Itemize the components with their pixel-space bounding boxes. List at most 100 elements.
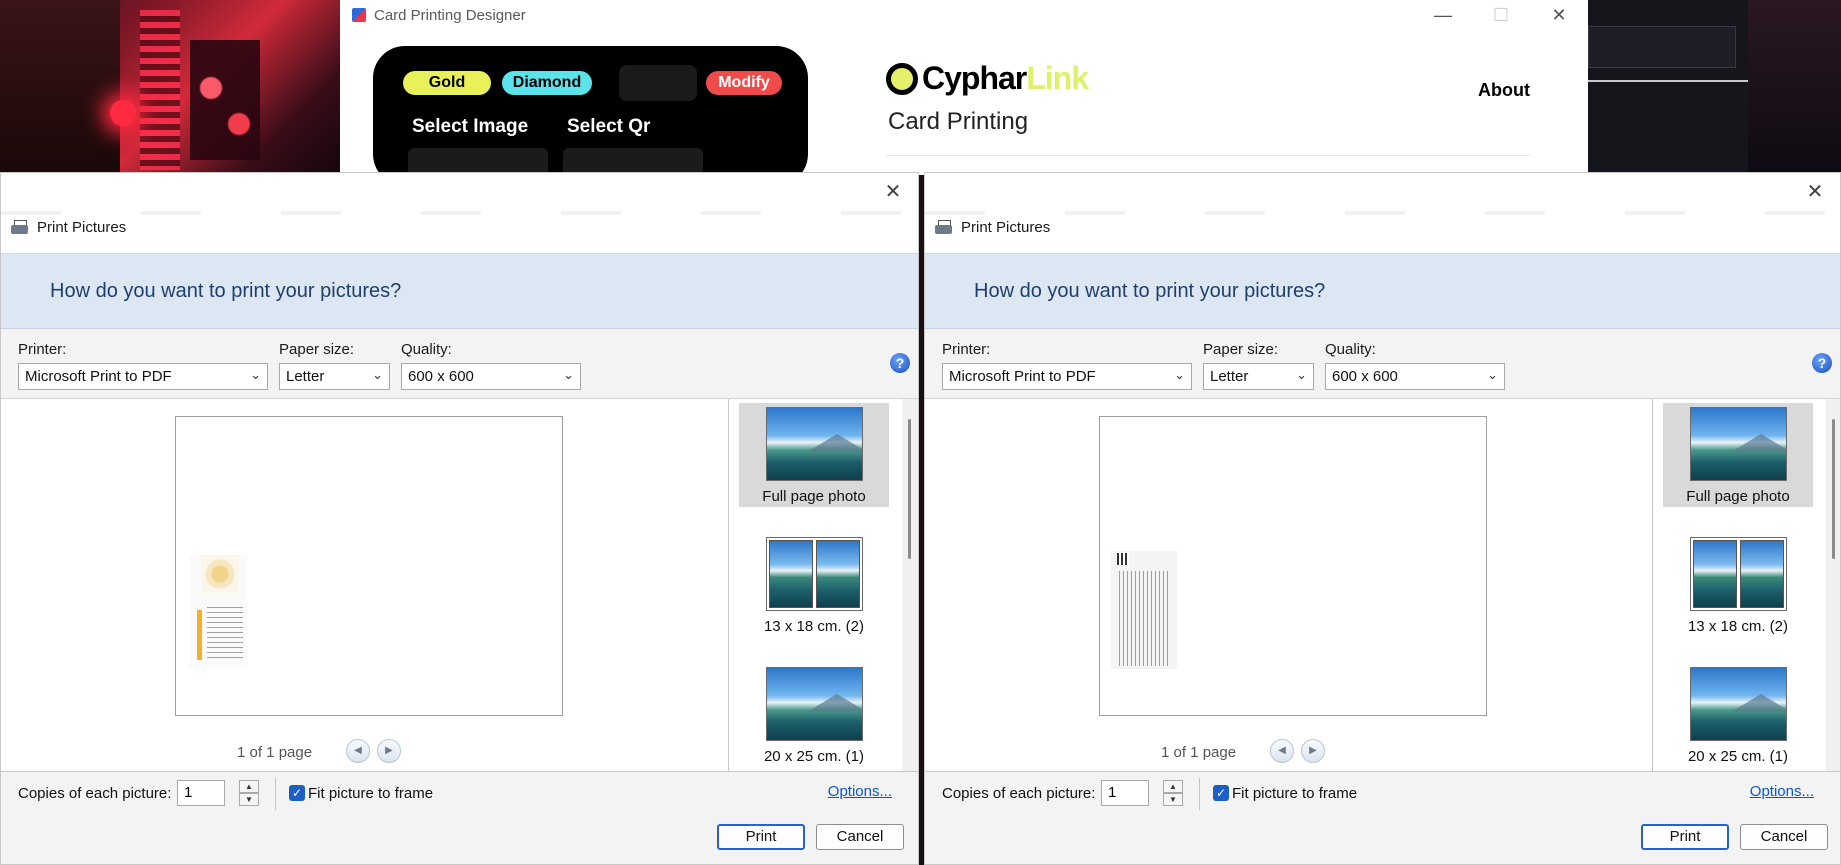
dialog-title-strip [1,211,918,215]
paper-size-select[interactable]: Letter ⌄ [1203,363,1314,390]
printer-select[interactable]: Microsoft Print to PDF ⌄ [18,363,268,390]
next-page-button[interactable]: ▶ [1301,739,1325,763]
page-count: 1 of 1 page [1161,744,1237,761]
gold-button[interactable]: Gold [403,71,491,95]
thumb-half [769,540,813,608]
preview-page [175,416,563,716]
quality-value: 600 x 600 [1332,368,1398,385]
blank-button[interactable] [619,65,697,101]
layout-list: Full page photo 13 x 18 cm. (2) 20 x 25 … [728,399,918,771]
layout-label: 13 x 18 cm. (2) [763,618,865,635]
print-options-row: Printer: Microsoft Print to PDF ⌄ Paper … [1,329,918,399]
divider [275,778,276,810]
dialog-buttons: Print Cancel [1,815,918,864]
spin-up-icon[interactable]: ▲ [1163,780,1183,793]
layout-full-page-photo[interactable]: Full page photo [1663,403,1813,507]
copies-input[interactable]: 1 [1101,780,1149,806]
layout-scrollbar[interactable] [1826,399,1840,771]
help-icon[interactable]: ? [890,353,910,373]
close-button[interactable]: ✕ [1530,0,1588,30]
print-button[interactable]: Print [1641,824,1729,850]
maximize-button[interactable]: ☐ [1472,0,1530,30]
dialog-question: How do you want to print your pictures? [50,280,402,302]
select-qr-label[interactable]: Select Qr [567,116,650,138]
paper-size-value: Letter [286,368,325,385]
wallpaper-sign [0,0,120,175]
fit-to-frame-checkbox[interactable]: ✓ [289,785,305,801]
next-page-button[interactable]: ▶ [377,739,401,763]
window-controls: — ☐ ✕ [1414,0,1588,30]
fit-to-frame-checkbox[interactable]: ✓ [1213,785,1229,801]
split-thumbnail-icon [766,537,863,611]
preview-page [1099,416,1487,716]
cancel-button[interactable]: Cancel [816,824,904,850]
layout-full-page-photo[interactable]: Full page photo [739,403,889,507]
printer-label: Printer: [18,341,67,358]
copies-row: Copies of each picture: 1 ▲ ▼ ✓ Fit pict… [1,771,918,815]
background-bar [1588,80,1748,82]
quality-select[interactable]: 600 x 600 ⌄ [1325,363,1505,390]
dialog-close-button[interactable]: ✕ [882,181,904,203]
dialog-caption-text: Print Pictures [37,219,127,236]
printer-icon [935,219,953,236]
paper-size-select[interactable]: Letter ⌄ [279,363,390,390]
chevron-down-icon: ⌄ [1296,367,1307,382]
copies-spinner[interactable]: ▲ ▼ [239,780,259,806]
divider [1199,778,1200,810]
landscape-thumbnail-icon [766,667,863,741]
printer-select[interactable]: Microsoft Print to PDF ⌄ [942,363,1192,390]
previous-page-button[interactable]: ◀ [1270,739,1294,763]
copies-input[interactable]: 1 [177,780,225,806]
options-link[interactable]: Options... [1750,783,1814,800]
quality-select[interactable]: 600 x 600 ⌄ [401,363,581,390]
brand-logo: CypharLink [886,60,1089,97]
layout-13x18[interactable]: 13 x 18 cm. (2) [1663,533,1813,637]
copies-spinner[interactable]: ▲ ▼ [1163,780,1183,806]
landscape-thumbnail-icon [1690,407,1787,481]
minimize-button[interactable]: — [1414,0,1472,30]
about-link[interactable]: About [1478,80,1530,101]
layout-13x18[interactable]: 13 x 18 cm. (2) [739,533,889,637]
previous-page-button[interactable]: ◀ [346,739,370,763]
copies-label: Copies of each picture: [942,785,1096,802]
printer-label: Printer: [942,341,991,358]
spin-down-icon[interactable]: ▼ [1163,793,1183,806]
modify-button[interactable]: Modify [706,71,782,95]
diamond-button[interactable]: Diamond [502,71,592,95]
dialog-caption-text: Print Pictures [961,219,1051,236]
thumb-half [816,540,860,608]
print-pictures-dialog-right: ✕ Print Pictures How do you want to prin… [924,172,1841,865]
dialog-close-button[interactable]: ✕ [1804,181,1826,203]
quality-label: Quality: [1325,341,1376,358]
print-button[interactable]: Print [717,824,805,850]
copies-row: Copies of each picture: 1 ▲ ▼ ✓ Fit pict… [925,771,1840,815]
dialog-title-strip [925,211,1840,215]
background-panel [1588,26,1736,68]
help-icon[interactable]: ? [1812,353,1832,373]
split-thumbnail-icon [1690,537,1787,611]
scrollbar-thumb[interactable] [908,419,911,559]
brand-name-part2: Link [1026,60,1089,96]
app-icon [352,8,366,22]
spin-down-icon[interactable]: ▼ [239,793,259,806]
spin-up-icon[interactable]: ▲ [239,780,259,793]
printer-value: Microsoft Print to PDF [949,368,1096,385]
page-count: 1 of 1 page [237,744,313,761]
dialog-titlebar: ✕ Print Pictures [925,173,1840,253]
layout-scrollbar[interactable] [902,399,918,771]
layout-20x25[interactable]: 20 x 25 cm. (1) [1663,663,1813,767]
fit-to-frame-label[interactable]: Fit picture to frame [1232,785,1357,802]
chevron-down-icon: ⌄ [563,367,574,382]
cancel-button[interactable]: Cancel [1740,824,1828,850]
chevron-down-icon: ⌄ [372,367,383,382]
card-back-preview [1111,551,1177,669]
select-image-label[interactable]: Select Image [412,116,528,138]
options-link[interactable]: Options... [828,783,892,800]
layout-20x25[interactable]: 20 x 25 cm. (1) [739,663,889,767]
scrollbar-thumb[interactable] [1832,419,1835,559]
print-preview-area: 1 of 1 page ◀ ▶ [925,399,1652,771]
fit-to-frame-label[interactable]: Fit picture to frame [308,785,433,802]
header-divider [886,155,1531,156]
dialog-titlebar: ✕ Print Pictures [1,173,918,253]
print-preview-area: 1 of 1 page ◀ ▶ [1,399,728,771]
